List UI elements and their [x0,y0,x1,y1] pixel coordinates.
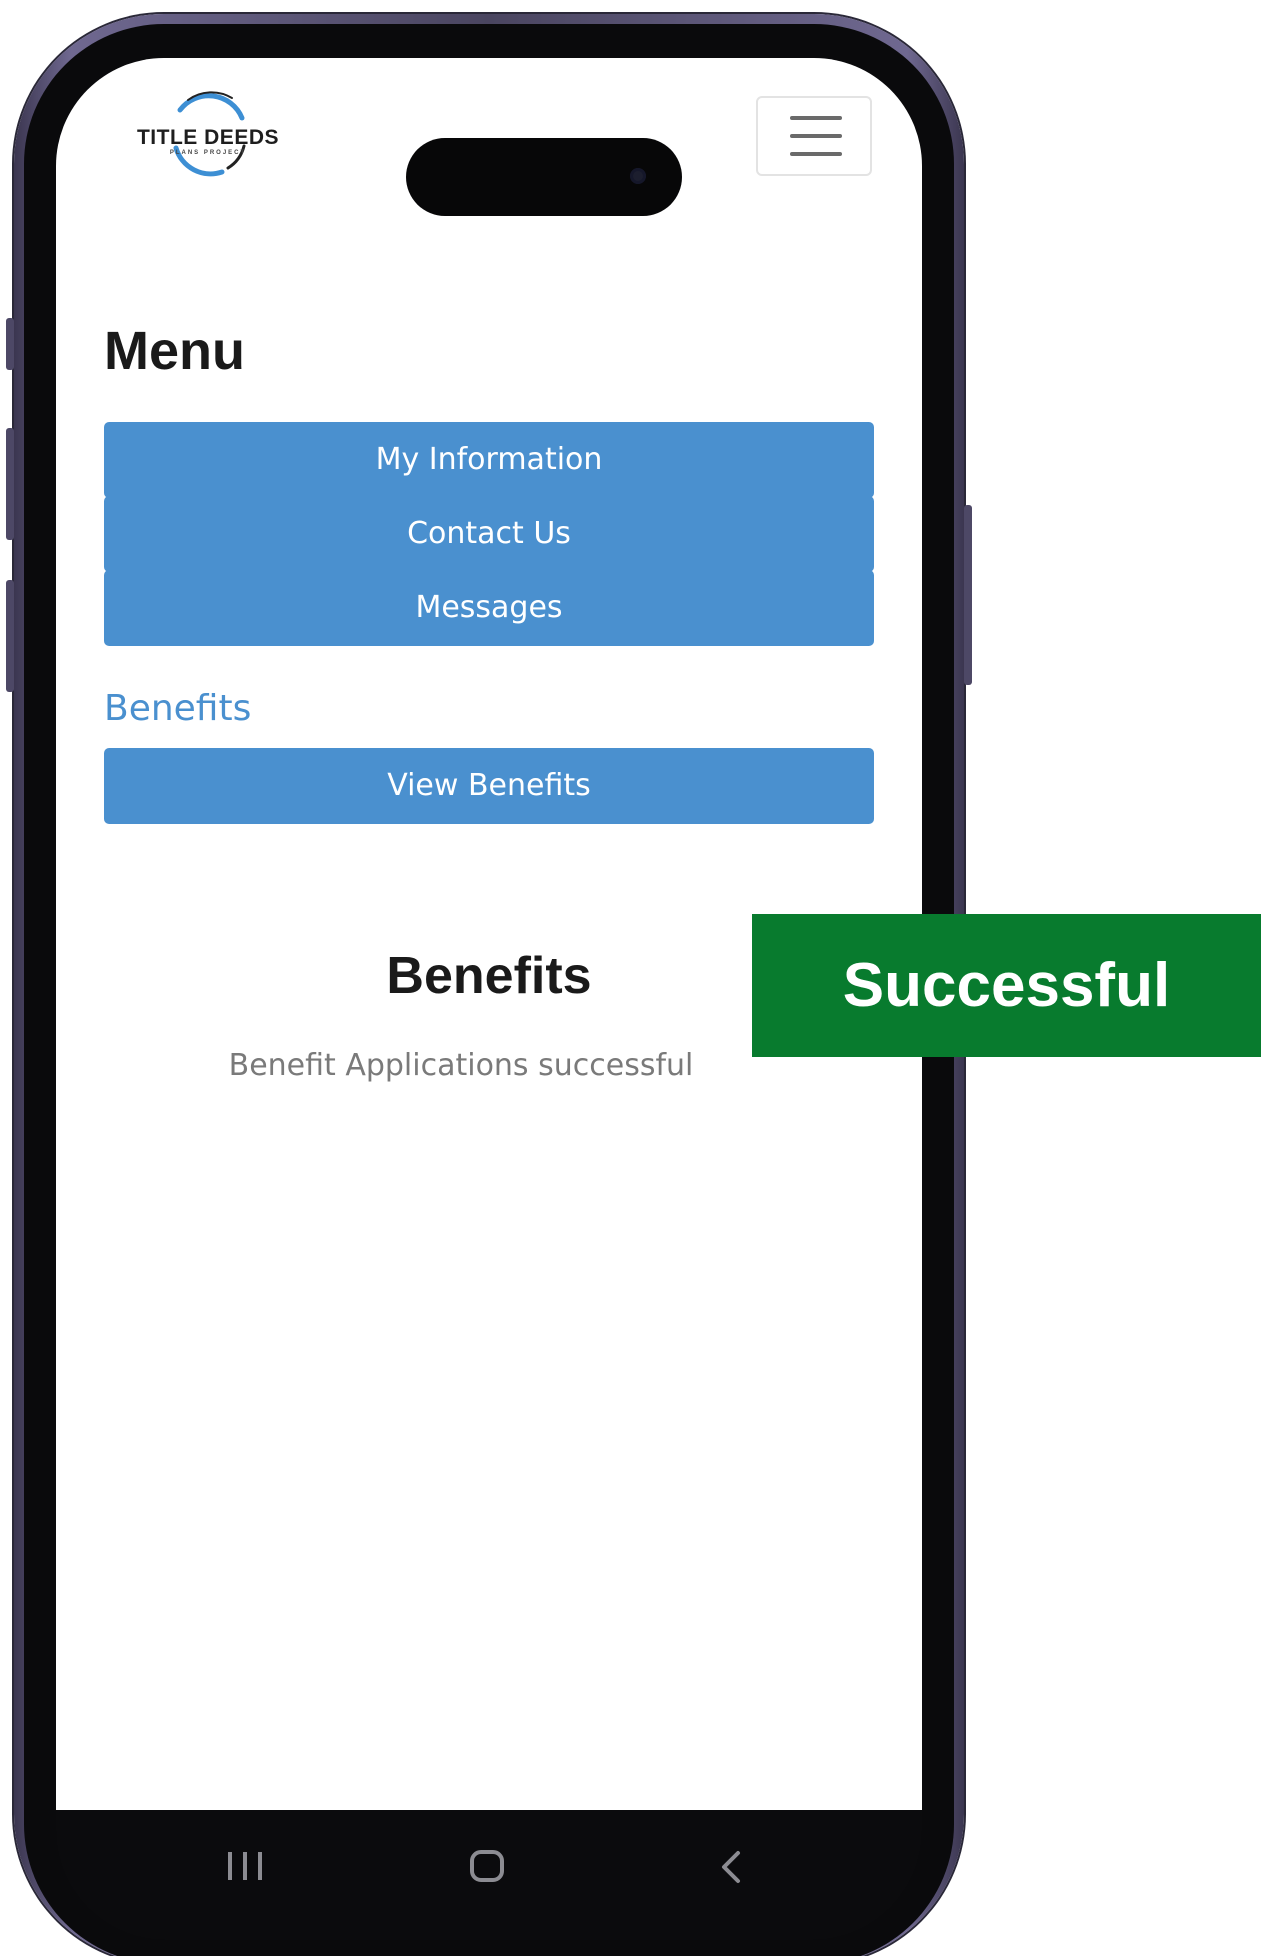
dynamic-island [406,138,682,216]
messages-button[interactable]: Messages [104,570,874,646]
status-message: Benefit Applications successful [228,1048,694,1083]
silent-switch [6,318,14,370]
system-nav-bar [56,1810,922,1940]
hamburger-icon-line [790,152,842,156]
menu-title: Menu [104,321,245,381]
power-button [964,505,972,685]
front-camera-icon [630,168,646,184]
contact-us-button[interactable]: Contact Us [104,496,874,572]
logo-text: TITLE DEEDS [136,126,279,149]
view-benefits-button[interactable]: View Benefits [104,748,874,824]
back-icon[interactable] [718,1850,744,1884]
success-badge: Successful [752,914,1261,1057]
logo-subtext: PLANS PROJECT [169,150,247,156]
volume-down-button [6,580,14,692]
hamburger-icon-line [790,134,842,138]
hamburger-icon [790,116,842,120]
volume-up-button [6,428,14,540]
home-icon[interactable] [470,1850,504,1882]
title-deeds-logo[interactable]: TITLE DEEDS PLANS PROJECT [128,88,288,208]
benefits-section-label: Benefits [104,688,252,729]
menu-toggle-button[interactable] [756,96,872,176]
stage: TITLE DEEDS PLANS PROJECT Menu My Inform… [0,0,1261,1956]
my-information-button[interactable]: My Information [104,422,874,498]
recents-icon[interactable] [228,1852,262,1880]
